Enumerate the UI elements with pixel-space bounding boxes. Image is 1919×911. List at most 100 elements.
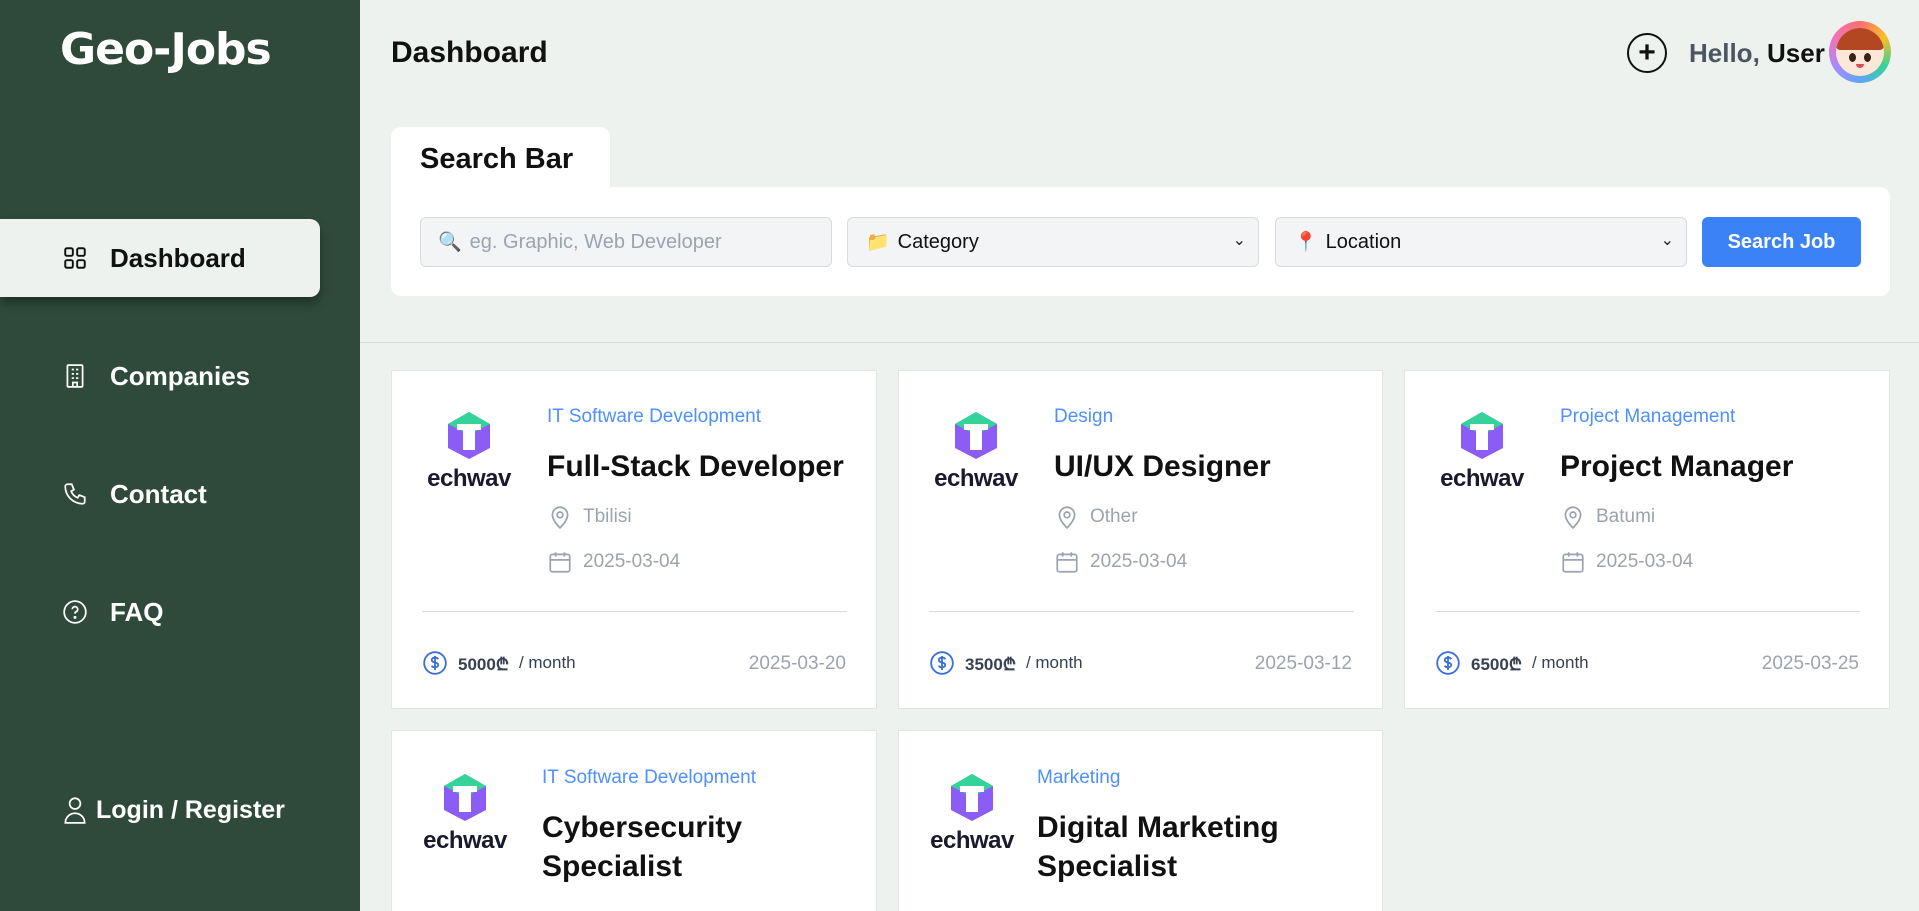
job-deadline: 2025-03-12 (1254, 653, 1352, 674)
job-location: Other (1054, 504, 1138, 530)
phone-icon (64, 483, 86, 505)
job-deadline: 2025-03-25 (1761, 653, 1859, 674)
dollar-circle-icon (1436, 651, 1460, 675)
salary-amount: 5000₾ (458, 654, 509, 674)
avatar[interactable] (1829, 21, 1891, 83)
calendar-icon (549, 552, 571, 573)
section-divider (360, 342, 1919, 343)
sidebar-item-contact[interactable]: Contact (0, 455, 320, 533)
location-pin-icon (551, 506, 569, 530)
job-deadline: 2025-03-20 (748, 653, 846, 674)
location-pin-icon (1564, 506, 1582, 530)
company-logo: echwav (418, 771, 512, 861)
job-card[interactable]: echwav IT Software Development Full-Stac… (391, 370, 877, 709)
avatar-face-icon (1836, 28, 1884, 76)
location-select[interactable]: 📍 Location ⌄ (1275, 217, 1687, 267)
search-bar-tab: Search Bar (391, 127, 610, 189)
calendar-icon (1562, 552, 1584, 573)
job-title: UI/UX Designer (1054, 450, 1271, 483)
sidebar-item-label: Contact (110, 478, 207, 509)
folder-icon: 📁 (866, 232, 890, 253)
company-logo-text: echwav (423, 827, 507, 854)
category-select[interactable]: 📁 Category ⌄ (847, 217, 1259, 267)
job-card[interactable]: echwav IT Software Development Cybersecu… (391, 730, 877, 911)
job-category: IT Software Development (542, 767, 757, 788)
greeting: Hello, User (1689, 38, 1825, 69)
techwave-logo-icon (955, 412, 997, 459)
job-title-line: Specialist (542, 850, 683, 883)
search-input[interactable]: 🔍 eg. Graphic, Web Developer (420, 217, 832, 267)
company-logo-text: echwav (934, 465, 1018, 492)
job-category: Marketing (1037, 767, 1121, 788)
job-category: Project Management (1560, 406, 1736, 427)
card-divider (929, 611, 1354, 612)
job-posted: 2025-03-04 (1054, 549, 1187, 575)
job-card[interactable]: echwav Project Management Project Manage… (1404, 370, 1890, 709)
job-location-text: Batumi (1596, 506, 1656, 527)
job-location-text: Other (1090, 506, 1138, 527)
job-title: Digital Marketing Specialist (1037, 808, 1279, 886)
company-logo: echwav (1435, 409, 1529, 499)
sidebar-item-companies[interactable]: Companies (0, 337, 320, 415)
job-title-line: Digital Marketing (1037, 811, 1279, 844)
job-salary: 6500₾ / month (1435, 650, 1589, 676)
card-divider (422, 611, 847, 612)
job-category: IT Software Development (547, 406, 762, 427)
company-logo: echwav (929, 409, 1023, 499)
techwave-logo-icon (444, 774, 486, 821)
job-posted-date: 2025-03-04 (1596, 551, 1694, 572)
login-register-link[interactable]: Login / Register (62, 795, 285, 825)
job-title: Cybersecurity Specialist (542, 808, 742, 886)
brand-logo[interactable]: Geo-Jobs (60, 24, 272, 75)
job-location-text: Tbilisi (583, 506, 632, 527)
grid-icon (64, 247, 86, 269)
plus-icon: + (1638, 36, 1656, 69)
login-register-label: Login / Register (96, 795, 285, 824)
search-placeholder: eg. Graphic, Web Developer (469, 230, 722, 253)
sidebar-item-faq[interactable]: FAQ (0, 573, 320, 651)
calendar-icon (1056, 552, 1078, 573)
chevron-down-icon: ⌄ (1660, 232, 1674, 249)
sidebar-item-label: Companies (110, 360, 251, 391)
job-card[interactable]: echwav Design UI/UX Designer Other 2025-… (898, 370, 1383, 709)
magnifier-icon: 🔍 (438, 232, 462, 253)
job-title-line: Specialist (1037, 850, 1178, 883)
job-posted: 2025-03-04 (547, 549, 680, 575)
job-title: Full-Stack Developer (547, 450, 844, 483)
dollar-circle-icon (423, 651, 447, 675)
techwave-logo-icon (951, 774, 993, 821)
salary-amount: 3500₾ (965, 654, 1016, 674)
salary-period: / month (518, 653, 576, 672)
location-pin-icon (1058, 506, 1076, 530)
job-category: Design (1054, 406, 1114, 427)
job-posted-date: 2025-03-04 (1090, 551, 1188, 572)
search-job-button[interactable]: Search Job (1702, 217, 1861, 267)
question-circle-icon (63, 600, 87, 624)
company-logo-text: echwav (427, 465, 511, 492)
greeting-label: Hello, (1689, 38, 1760, 68)
job-posted-date: 2025-03-04 (583, 551, 681, 572)
job-title: Project Manager (1560, 450, 1794, 483)
sidebar-item-label: FAQ (110, 596, 164, 627)
category-select-value: Category (897, 230, 979, 253)
job-salary: 5000₾ / month (422, 650, 576, 676)
add-button[interactable]: + (1627, 33, 1667, 73)
job-location: Tbilisi (547, 504, 632, 530)
job-card[interactable]: echwav Marketing Digital Marketing Speci… (898, 730, 1383, 911)
pin-icon: 📍 (1294, 232, 1318, 253)
job-salary: 3500₾ / month (929, 650, 1083, 676)
building-icon (66, 364, 84, 388)
company-logo: echwav (422, 409, 516, 499)
techwave-logo-icon (1461, 412, 1503, 459)
job-location: Batumi (1560, 504, 1655, 530)
salary-period: / month (1531, 653, 1589, 672)
sidebar-item-dashboard[interactable]: Dashboard (0, 219, 320, 297)
job-posted: 2025-03-04 (1560, 549, 1693, 575)
chevron-down-icon: ⌄ (1232, 232, 1246, 249)
company-logo-text: echwav (930, 827, 1014, 854)
search-panel: 🔍 eg. Graphic, Web Developer 📁 Category … (391, 187, 1890, 296)
page-title: Dashboard (391, 36, 548, 69)
sidebar-item-label: Dashboard (110, 242, 246, 273)
sidebar: Geo-Jobs Dashboard Companies Contact FAQ… (0, 0, 360, 911)
user-name: User (1767, 38, 1825, 68)
